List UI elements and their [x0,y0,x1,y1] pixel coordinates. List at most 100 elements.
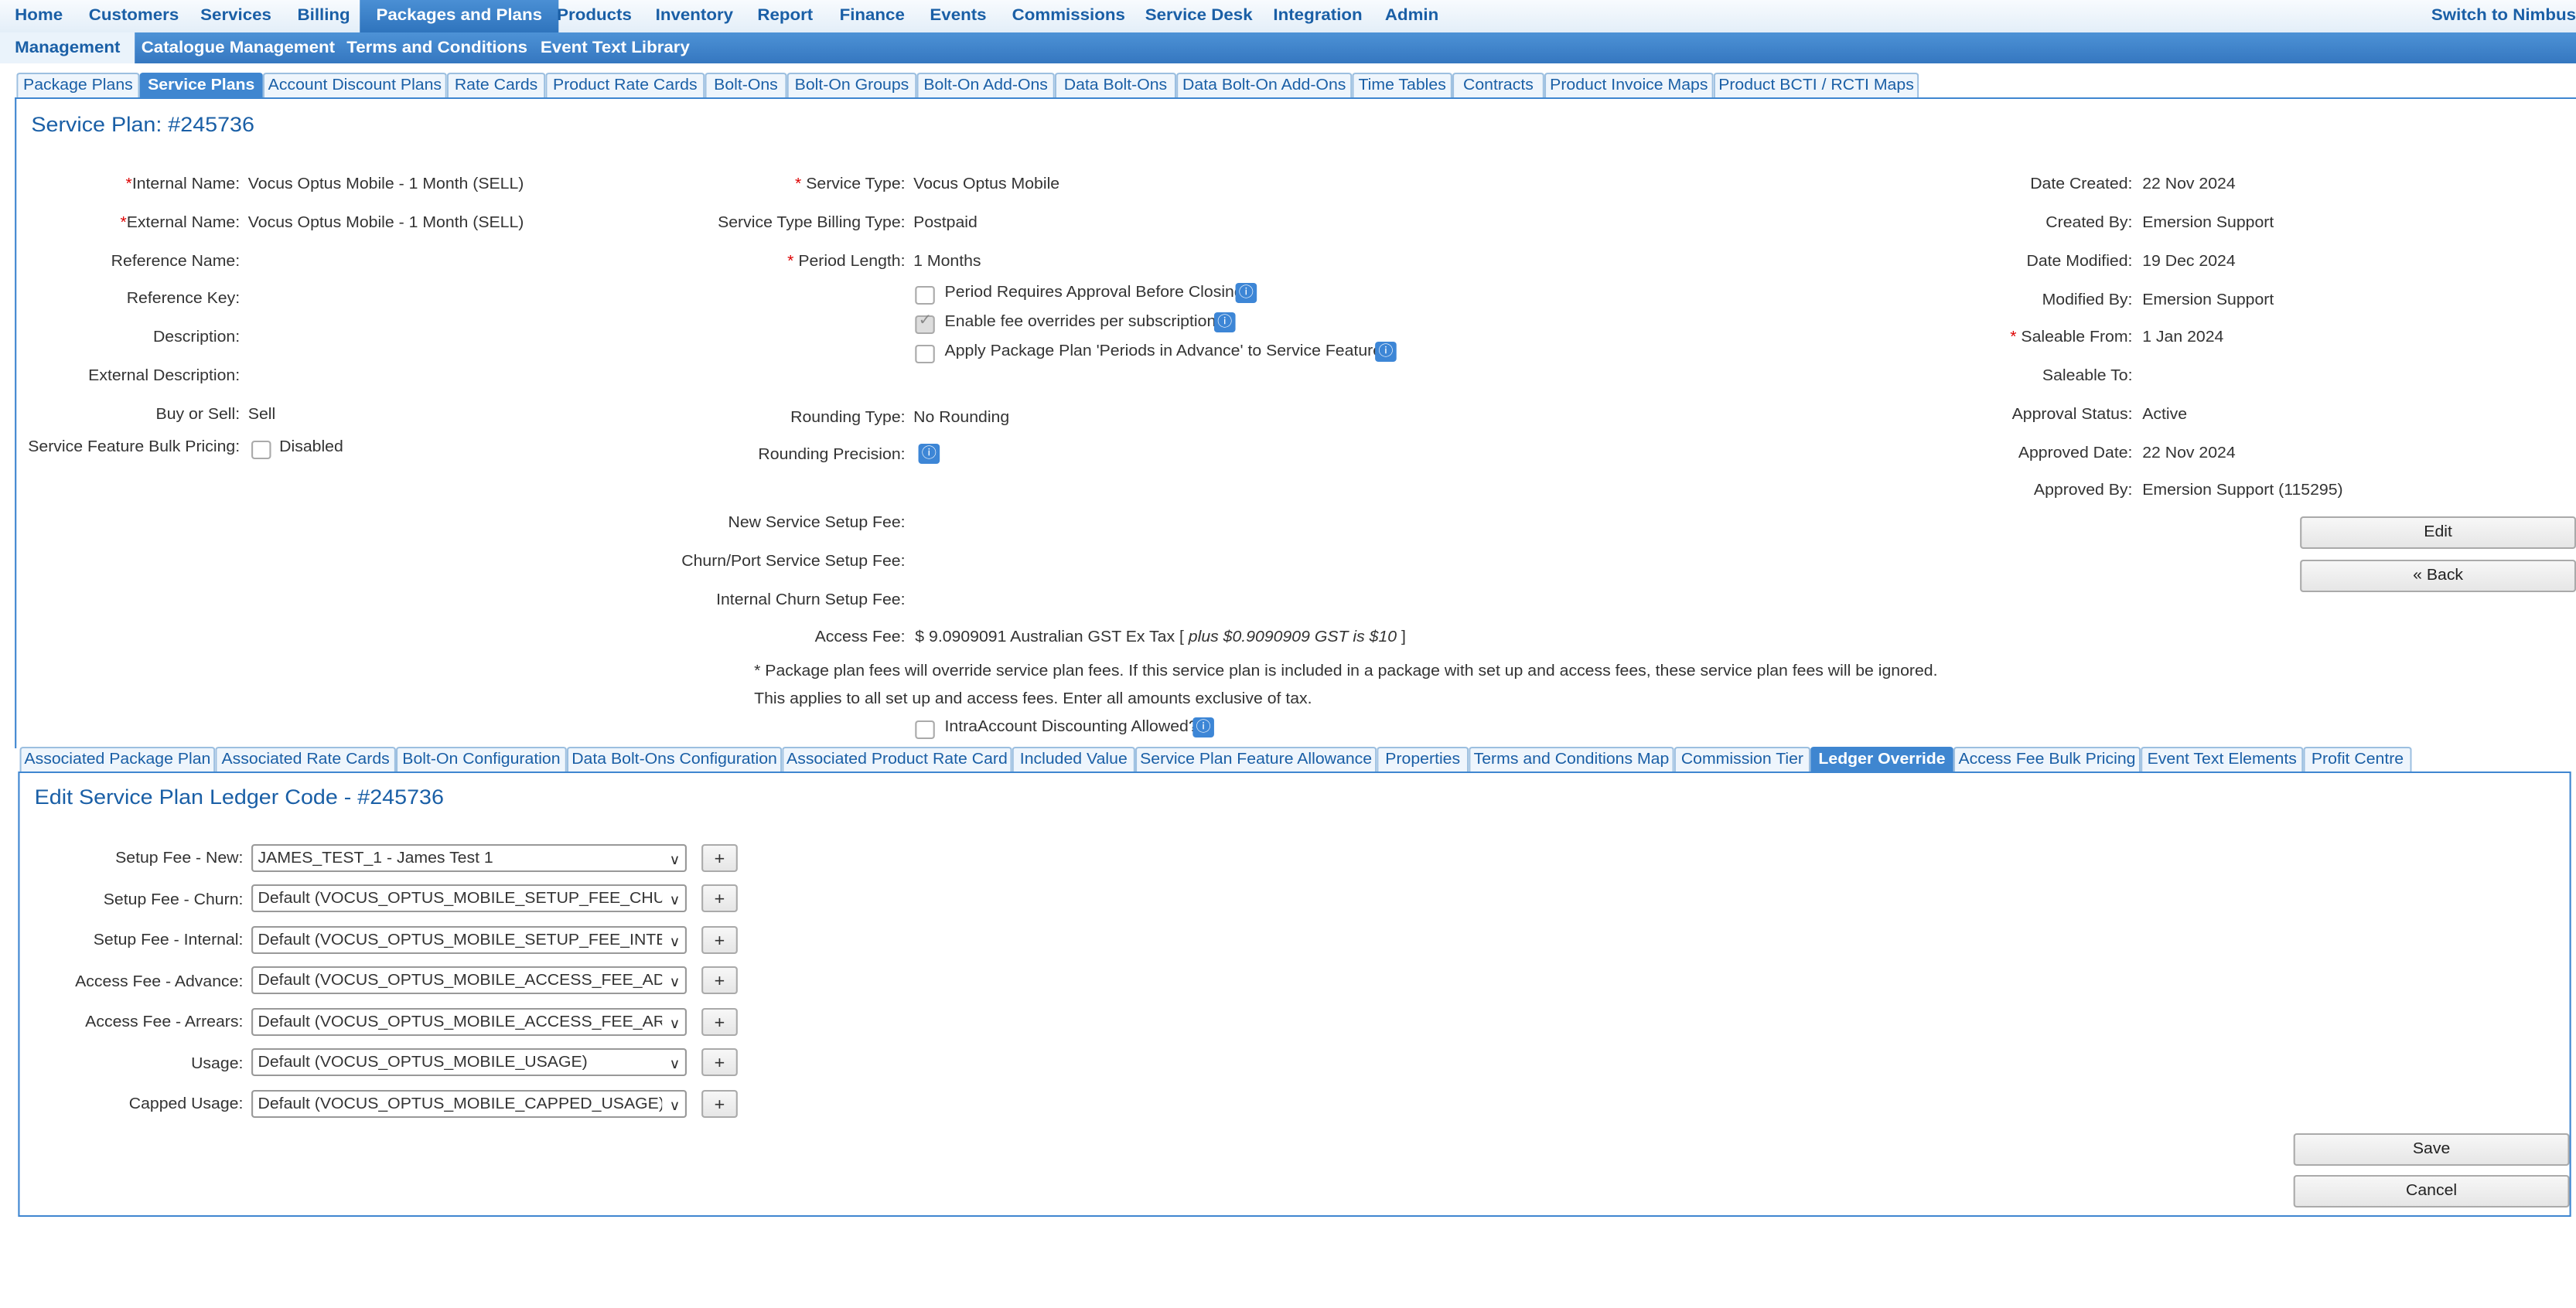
bulk-pricing-label: Service Feature Bulk Pricing: [28,439,241,456]
tab-properties[interactable]: Properties [1377,747,1469,772]
tab-account-discount-plans[interactable]: Account Discount Plans [262,73,447,97]
info-icon[interactable] [1192,717,1214,737]
tab-associated-product-rate-card[interactable]: Associated Product Rate Card [782,747,1012,772]
ledger-row-label: Setup Fee - Internal: [93,932,244,949]
tab-ledger-override[interactable]: Ledger Override [1810,747,1953,772]
subnav-terms-and-conditions[interactable]: Terms and Conditions [346,32,527,63]
new-setup-fee-label: New Service Setup Fee: [728,515,906,532]
cancel-button[interactable]: Cancel [2293,1175,2570,1208]
access-fee-arrears-select[interactable]: Default (VOCUS_OPTUS_MOBILE_ACCESS_FEE_A… [251,1008,687,1036]
approval-status-value: Active [2142,407,2188,424]
tab-time-tables[interactable]: Time Tables [1352,73,1452,97]
nav-billing[interactable]: Billing [298,0,350,32]
nav-customers[interactable]: Customers [89,0,179,32]
tab-event-text-elements[interactable]: Event Text Elements [2141,747,2304,772]
setup-fee-new-select[interactable]: JAMES_TEST_1 - James Test 1 ∨ [251,844,687,872]
tab-included-value[interactable]: Included Value [1012,747,1135,772]
nav-report[interactable]: Report [757,0,813,32]
subnav-event-text-library[interactable]: Event Text Library [541,32,690,63]
billing-type-value: Postpaid [913,215,978,232]
add-ledger-code-button[interactable]: + [701,1090,738,1118]
switch-to-nimbus-link[interactable]: Switch to Nimbus [2431,0,2576,32]
tab-product-invoice-maps[interactable]: Product Invoice Maps [1544,73,1714,97]
setup-fee-internal-select[interactable]: Default (VOCUS_OPTUS_MOBILE_SETUP_FEE_IN… [251,926,687,954]
info-icon[interactable] [918,444,940,464]
save-button[interactable]: Save [2293,1133,2570,1166]
tab-bolt-on-add-ons[interactable]: Bolt-On Add-Ons [916,73,1055,97]
chevron-down-icon: ∨ [669,1098,681,1113]
info-icon[interactable] [1375,342,1397,362]
nav-service-desk[interactable]: Service Desk [1145,0,1253,32]
tab-profit-centre[interactable]: Profit Centre [2303,747,2412,772]
access-fee-advance-select[interactable]: Default (VOCUS_OPTUS_MOBILE_ACCESS_FEE_A… [251,966,687,994]
subnav-management[interactable]: Management [0,32,135,63]
nav-products[interactable]: Products [557,0,632,32]
nav-packages-and-plans[interactable]: Packages and Plans [360,0,559,32]
nav-admin[interactable]: Admin [1385,0,1438,32]
nav-finance[interactable]: Finance [840,0,905,32]
tab-data-bolt-on-add-ons[interactable]: Data Bolt-On Add-Ons [1176,73,1353,97]
periods-in-advance-checkbox[interactable] [915,345,935,363]
tab-commission-tier[interactable]: Commission Tier [1674,747,1811,772]
tab-bolt-on-groups[interactable]: Bolt-On Groups [786,73,917,97]
bulk-pricing-checkbox[interactable] [251,441,271,459]
add-ledger-code-button[interactable]: + [701,844,738,872]
date-modified-value: 19 Dec 2024 [2142,254,2236,271]
tab-package-plans[interactable]: Package Plans [16,73,140,97]
nav-events[interactable]: Events [930,0,986,32]
add-ledger-code-button[interactable]: + [701,926,738,954]
tab-rate-cards[interactable]: Rate Cards [446,73,546,97]
add-ledger-code-button[interactable]: + [701,884,738,912]
tab-associated-package-plan[interactable]: Associated Package Plan [19,747,216,772]
service-type-value: Vocus Optus Mobile [913,176,1060,193]
tab-contracts[interactable]: Contracts [1452,73,1544,97]
created-by-value: Emersion Support [2142,215,2274,232]
ledger-row-label: Capped Usage: [128,1096,244,1113]
tab-access-fee-bulk-pricing[interactable]: Access Fee Bulk Pricing [1953,747,2141,772]
intra-account-checkbox[interactable] [915,720,935,739]
usage-select[interactable]: Default (VOCUS_OPTUS_MOBILE_USAGE) ∨ [251,1048,687,1076]
info-icon[interactable] [1213,312,1236,332]
period-length-label: * Period Length: [787,254,906,271]
modified-by-value: Emersion Support [2142,292,2274,309]
setup-fee-churn-select[interactable]: Default (VOCUS_OPTUS_MOBILE_SETUP_FEE_CH… [251,884,687,912]
service-plan-panel [15,97,2576,748]
tab-bolt-ons[interactable]: Bolt-Ons [705,73,787,97]
info-icon[interactable] [1235,283,1257,303]
tab-product-rate-cards[interactable]: Product Rate Cards [545,73,705,97]
subnav-catalogue-management[interactable]: Catalogue Management [142,32,335,63]
nav-commissions[interactable]: Commissions [1012,0,1125,32]
capped-usage-select[interactable]: Default (VOCUS_OPTUS_MOBILE_CAPPED_USAGE… [251,1090,687,1118]
add-ledger-code-button[interactable]: + [701,1048,738,1076]
date-created-label: Date Created: [2030,176,2133,193]
tab-terms-and-conditions-map[interactable]: Terms and Conditions Map [1469,747,1674,772]
reference-name-label: Reference Name: [111,254,241,271]
back-button[interactable]: « Back [2300,560,2576,592]
add-ledger-code-button[interactable]: + [701,1008,738,1036]
access-fee-value: $ 9.0909091 Australian GST Ex Tax [ plus… [915,629,1406,646]
ledger-row-label: Access Fee - Advance: [75,974,244,991]
nav-integration[interactable]: Integration [1273,0,1362,32]
tab-data-bolt-ons-configuration[interactable]: Data Bolt-Ons Configuration [566,747,783,772]
internal-name-label: *Internal Name: [125,176,241,193]
tab-bolt-on-configuration[interactable]: Bolt-On Configuration [395,747,567,772]
tax-note: This applies to all set up and access fe… [754,691,1312,708]
period-approval-checkbox[interactable] [915,286,935,305]
description-label: Description: [152,329,241,346]
nav-home[interactable]: Home [15,0,63,32]
tab-associated-rate-cards[interactable]: Associated Rate Cards [215,747,396,772]
nav-inventory[interactable]: Inventory [656,0,733,32]
chevron-down-icon: ∨ [669,1056,681,1071]
fee-overrides-checkbox[interactable] [915,312,935,334]
buy-or-sell-value: Sell [247,407,276,424]
period-length-value: 1 Months [913,254,981,271]
chevron-down-icon: ∨ [669,852,681,867]
tab-service-plans[interactable]: Service Plans [139,73,263,97]
nav-services[interactable]: Services [200,0,271,32]
billing-type-label: Service Type Billing Type: [718,215,906,232]
tab-product-bcti-rcti-maps[interactable]: Product BCTI / RCTI Maps [1713,73,1919,97]
tab-data-bolt-ons[interactable]: Data Bolt-Ons [1054,73,1177,97]
add-ledger-code-button[interactable]: + [701,966,738,994]
tab-feature-allowance[interactable]: Service Plan Feature Allowance [1134,747,1377,772]
edit-button[interactable]: Edit [2300,516,2576,549]
